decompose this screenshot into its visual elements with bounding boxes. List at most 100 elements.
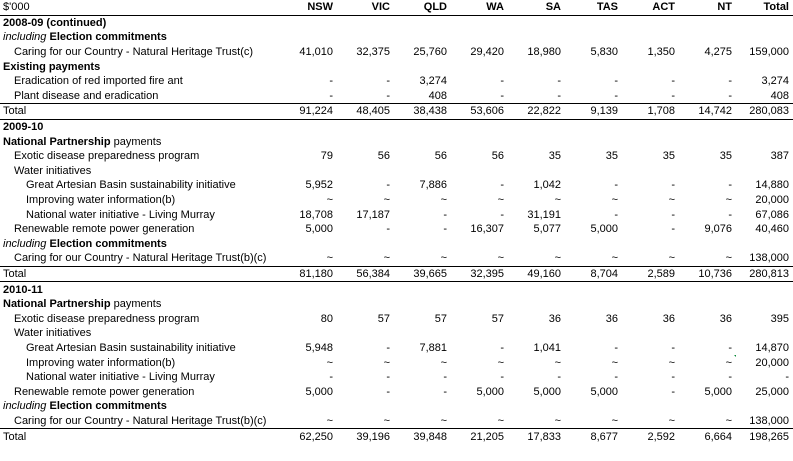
cell-qld: 39,665 <box>394 265 451 282</box>
cell-total: 280,083 <box>736 103 793 120</box>
cell-nsw: ~ <box>326 252 333 265</box>
cell-vic: - <box>386 371 390 384</box>
column-header-nt: NT <box>679 0 736 16</box>
cell-total: 20,000 <box>755 194 789 207</box>
table-row: Water initiatives <box>0 326 793 341</box>
cell-sa: ~ <box>554 252 561 265</box>
cell-tas: 5,000 <box>590 385 618 398</box>
column-header-vic: VIC <box>337 0 394 16</box>
cell-nsw <box>280 326 337 341</box>
units-header: $'000 <box>0 0 280 16</box>
row-label: Eradication of red imported fire ant <box>14 75 183 88</box>
section-label: Election commitments <box>49 31 167 44</box>
cell-total: 138,000 <box>749 252 789 265</box>
cell-act: - <box>671 371 675 384</box>
table-row: Great Artesian Basin sustainability init… <box>0 178 793 193</box>
cell-nsw: 62,250 <box>280 428 337 444</box>
section-suffix: payments <box>110 135 162 148</box>
row-label: Improving water information(b) <box>26 356 176 369</box>
cell-qld: - <box>443 223 447 236</box>
cell-act: - <box>671 223 675 236</box>
section-prefix: including <box>3 237 47 250</box>
cell-sa: 5,000 <box>533 385 561 398</box>
section-label: Existing payments <box>3 60 101 73</box>
cell-sa: - <box>557 75 561 88</box>
cell-qld: ~ <box>440 414 447 427</box>
column-header-total: Total <box>736 0 793 16</box>
cell-vic <box>337 164 394 179</box>
cell-total: 387 <box>770 150 789 163</box>
cell-vic: ~ <box>383 252 390 265</box>
row-label: Exotic disease preparedness program <box>14 312 200 325</box>
cell-nsw <box>280 164 337 179</box>
cell-qld: 39,848 <box>394 428 451 444</box>
cell-vic: - <box>386 89 390 102</box>
cell-vic: 56,384 <box>337 265 394 282</box>
cell-act: - <box>671 75 675 88</box>
payments-table: $'000 NSW VIC QLD WA SA TAS ACT NT Total 2008-09 … <box>0 0 793 444</box>
total-label: Total <box>0 428 280 444</box>
section-heading-row: including Election commitments <box>0 399 793 414</box>
section-prefix: including <box>3 400 47 413</box>
cell-wa: 57 <box>491 312 504 325</box>
cell-vic: - <box>386 385 390 398</box>
row-label: Caring for our Country - Natural Heritag… <box>14 46 254 59</box>
cell-sa: ~ <box>554 414 561 427</box>
section-heading-row: Existing payments <box>0 59 793 74</box>
cell-wa: 21,205 <box>451 428 508 444</box>
cell-sa: ~ <box>554 194 561 207</box>
cell-qld: 56 <box>434 150 447 163</box>
cell-total: 3,274 <box>761 75 789 88</box>
cell-vic: - <box>386 341 390 354</box>
cell-wa <box>451 164 508 179</box>
total-row: Total 62,250 39,196 39,848 21,205 17,833 8,677… <box>0 428 793 444</box>
cell-sa: 18,980 <box>527 46 561 59</box>
cell-nt: - <box>728 371 732 384</box>
cell-nsw: 5,948 <box>305 341 333 354</box>
section-label: Election commitments <box>49 400 167 413</box>
cell-nsw: ~ <box>326 194 333 207</box>
cell-nsw: 5,952 <box>305 179 333 192</box>
table-row: National water initiative - Living Murra… <box>0 370 793 385</box>
cell-sa: 35 <box>548 150 561 163</box>
cell-nt: ~ <box>725 252 732 265</box>
section-prefix: including <box>3 31 47 44</box>
table-row: Great Artesian Basin sustainability init… <box>0 341 793 356</box>
cell-act: 2,589 <box>622 265 679 282</box>
cell-qld: - <box>443 385 447 398</box>
cell-nt <box>679 326 736 341</box>
row-label: Improving water information(b) <box>26 194 176 207</box>
cell-wa: - <box>500 179 504 192</box>
cell-qld: 7,886 <box>419 179 447 192</box>
cell-nsw: 80 <box>320 312 333 325</box>
cell-nt: - <box>728 341 732 354</box>
section-heading: Existing payments <box>0 59 793 74</box>
column-header-sa: SA <box>508 0 565 16</box>
section-heading-row: National Partnership payments <box>0 134 793 149</box>
table-body: 2008-09 (continued) including Election co… <box>0 14 793 444</box>
cell-tas <box>565 326 622 341</box>
table-row: Renewable remote power generation 5,000 - -… <box>0 384 793 399</box>
cell-vic: ~ <box>383 414 390 427</box>
cell-act: 1,708 <box>622 103 679 120</box>
cell-nt <box>679 164 736 179</box>
cell-tas: 35 <box>605 150 618 163</box>
cell-qld: ~ <box>440 252 447 265</box>
section-heading: National Partnership payments <box>0 134 793 149</box>
cell-wa: 16,307 <box>470 223 504 236</box>
table-row: Improving water information(b) ~ ~ ~ ~ ~ ~ ~ ~20… <box>0 193 793 208</box>
cell-act: ~ <box>668 252 675 265</box>
cell-act: - <box>671 179 675 192</box>
section-label: National Partnership <box>3 298 111 311</box>
cell-nt: - <box>728 75 732 88</box>
cell-sa: 17,833 <box>508 428 565 444</box>
year-heading: 2008-09 (continued) <box>0 14 793 31</box>
row-label: Caring for our Country - Natural Heritag… <box>14 414 267 427</box>
column-header-wa: WA <box>451 0 508 16</box>
cell-nsw: 81,180 <box>280 265 337 282</box>
cell-total: 25,000 <box>755 385 789 398</box>
cell-qld: 3,274 <box>419 75 447 88</box>
cell-act: - <box>671 385 675 398</box>
row-label: Great Artesian Basin sustainability init… <box>26 179 236 192</box>
cell-qld: 7,881 <box>419 341 447 354</box>
